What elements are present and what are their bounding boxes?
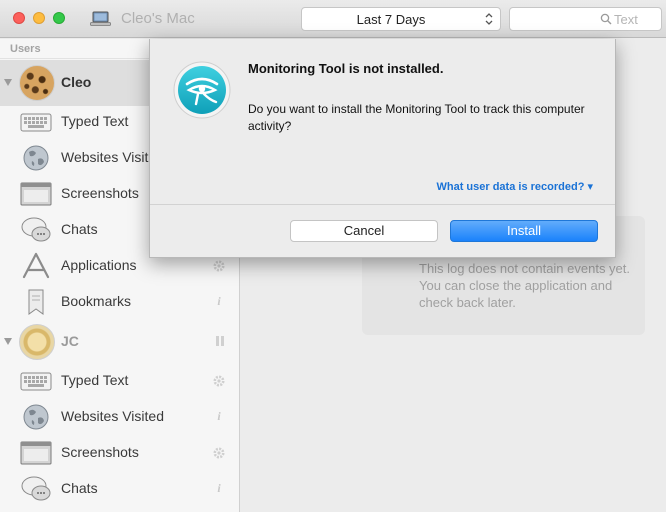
title-bar: Cleo's Mac Last 7 Days [0,0,666,38]
sidebar-item-screenshots[interactable]: Screenshots [0,435,239,471]
dialog-message: Do you want to install the Monitoring To… [248,102,585,133]
applications-icon [22,252,50,279]
user-data-info-link[interactable]: What user data is recorded? ▾ [436,180,593,193]
user-row-jc[interactable]: JC [0,319,239,365]
pause-icon[interactable] [213,334,227,348]
sidebar-item-label: Chats [61,480,98,496]
globe-icon [23,404,49,430]
sidebar-item-chats[interactable]: Chats i [0,471,239,507]
user-name: Cleo [61,74,92,90]
computer-name: Cleo's Mac [121,10,195,27]
avatar [19,65,55,101]
globe-icon [23,145,49,171]
empty-log-message: This log does not contain events yet. Yo… [419,261,631,310]
screenshots-icon [20,182,52,206]
avatar [19,324,55,360]
gear-icon[interactable] [212,259,226,273]
search-input[interactable] [614,11,658,28]
user-name: JC [61,333,79,349]
sidebar-item-label: Chats [61,221,98,237]
dialog-title: Monitoring Tool is not installed. [248,61,444,76]
eye-of-horus-app-icon [173,61,231,119]
sidebar-item-bookmarks[interactable]: Bookmarks i [0,284,239,320]
info-icon[interactable]: i [215,409,223,424]
search-icon [600,13,612,25]
laptop-icon [90,11,111,26]
chat-bubble-icon [21,476,51,501]
date-range-value: Last 7 Days [356,12,426,27]
install-dialog: Monitoring Tool is not installed. Do you… [149,39,616,258]
select-arrows-icon [485,13,493,25]
dialog-divider [150,204,615,205]
minimize-window-button[interactable] [33,12,45,24]
sidebar-item-label: Websites Visited [61,408,164,424]
screenshots-icon [20,441,52,465]
install-button[interactable]: Install [450,220,598,242]
search-field[interactable] [509,7,662,31]
gear-icon[interactable] [212,446,226,460]
sidebar-item-label: Typed Text [61,372,129,388]
disclosure-triangle-icon[interactable] [4,79,12,86]
keyboard-icon [20,113,52,132]
sidebar-item-label: Typed Text [61,113,129,129]
date-range-select[interactable]: Last 7 Days [301,7,501,31]
sidebar-item-label: Applications [61,257,137,273]
sidebar-item-label: Bookmarks [61,293,132,309]
close-window-button[interactable] [13,12,25,24]
disclosure-triangle-icon[interactable] [4,338,12,345]
bookmark-icon [28,289,44,315]
sidebar-item-websites-visited[interactable]: Websites Visited i [0,399,239,435]
sidebar-item-label: Screenshots [61,185,139,201]
info-icon[interactable]: i [215,481,223,496]
chat-bubble-icon [21,217,51,242]
sidebar-item-label: Screenshots [61,444,139,460]
keyboard-icon [20,372,52,391]
sidebar-item-typed-text[interactable]: Typed Text [0,363,239,399]
gear-icon[interactable] [212,374,226,388]
info-icon[interactable]: i [215,294,223,309]
zoom-window-button[interactable] [53,12,65,24]
cancel-button[interactable]: Cancel [290,220,438,242]
